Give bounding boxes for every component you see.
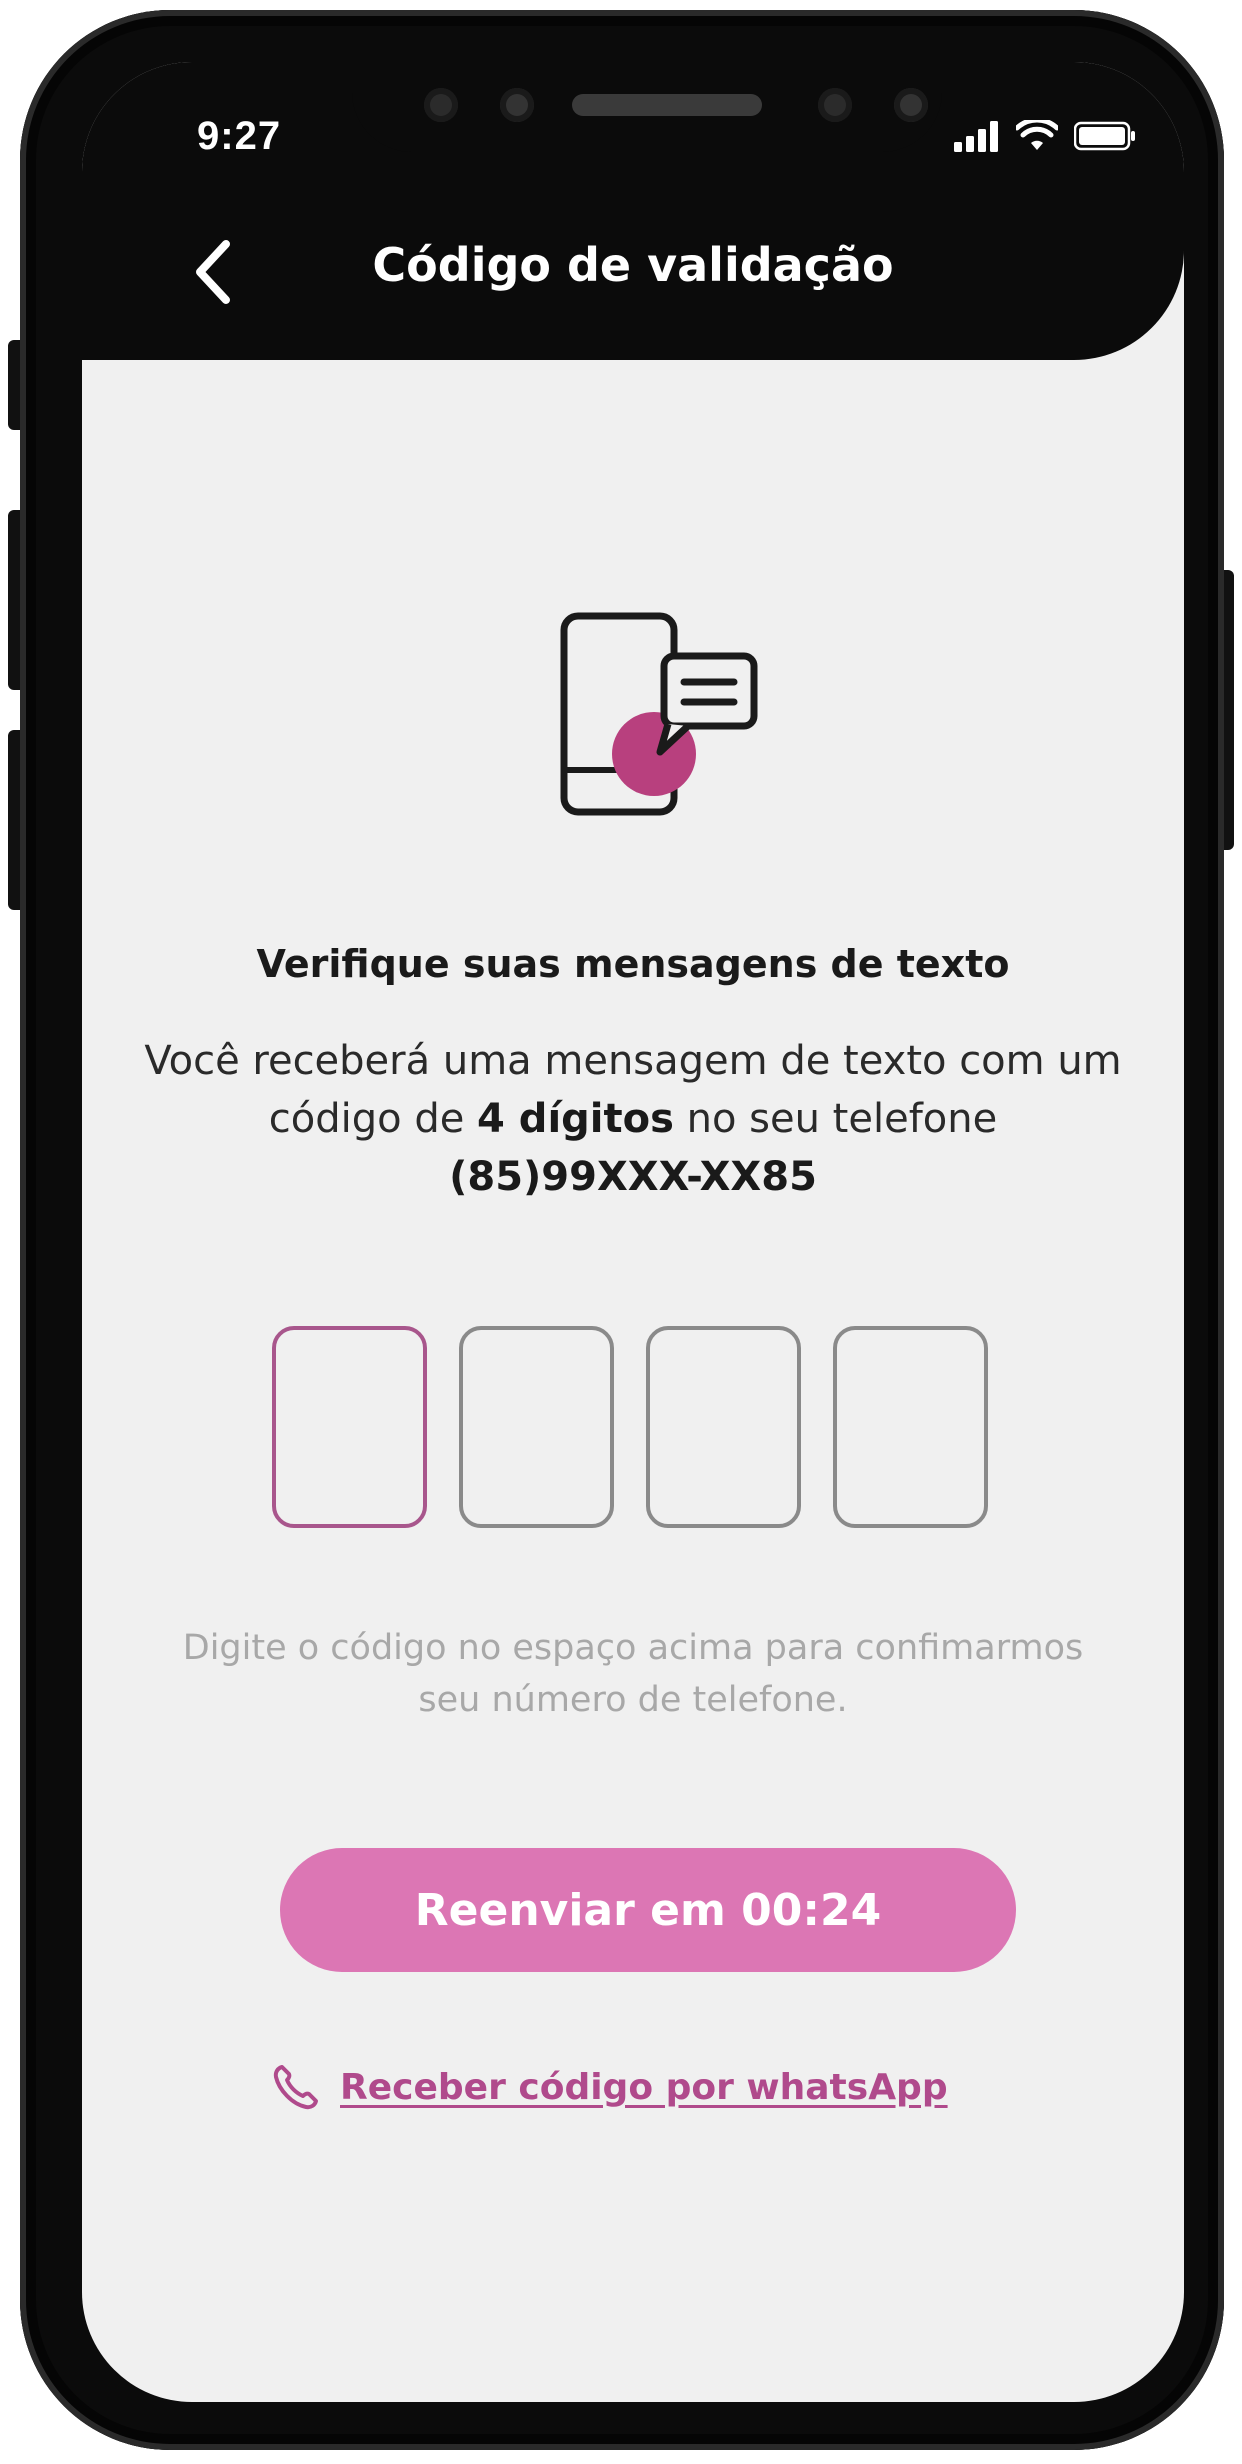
code-digit-1[interactable] [272, 1326, 427, 1528]
signal-icon [954, 121, 998, 152]
wifi-icon [1016, 120, 1058, 150]
notch [352, 62, 942, 152]
speaker-grille [572, 94, 762, 116]
phone-icon [273, 2065, 318, 2110]
code-digit-2[interactable] [459, 1326, 614, 1528]
digit-count: 4 dígitos [477, 1096, 674, 1142]
status-icons [954, 114, 1136, 158]
phone-message-icon [560, 612, 758, 816]
app-header: 9:27 Código de validação [82, 62, 1184, 360]
code-digit-3[interactable] [646, 1326, 801, 1528]
resend-button[interactable]: Reenviar em 00:24 [280, 1848, 1016, 1972]
whatsapp-link[interactable]: Receber código por whatsApp [272, 2052, 948, 2122]
phone-screen: 9:27 Código de validação Verifique suas … [82, 62, 1184, 2402]
code-digit-4[interactable] [833, 1326, 988, 1528]
headline: Verifique suas mensagens de texto [256, 942, 1010, 986]
camera-icon [818, 88, 852, 122]
description-text: no seu telefone [673, 1096, 998, 1142]
sensor-icon [894, 88, 928, 122]
status-time: 9:27 [197, 114, 282, 158]
hint-text: Digite o código no espaço acima para con… [182, 1628, 1084, 1720]
battery-icon [1074, 121, 1135, 151]
code-input-group [272, 1326, 992, 1528]
phone-frame: 9:27 Código de validação Verifique suas … [20, 10, 1224, 2450]
whatsapp-link-label: Receber código por whatsApp [340, 2066, 948, 2108]
sensor-icon [424, 88, 458, 122]
page-title: Código de validação [372, 238, 894, 292]
phone-number: (85)99XXX-XX85 [449, 1154, 817, 1200]
description: Você receberá uma mensagem de texto com … [142, 1032, 1124, 1206]
sensor-icon [500, 88, 534, 122]
